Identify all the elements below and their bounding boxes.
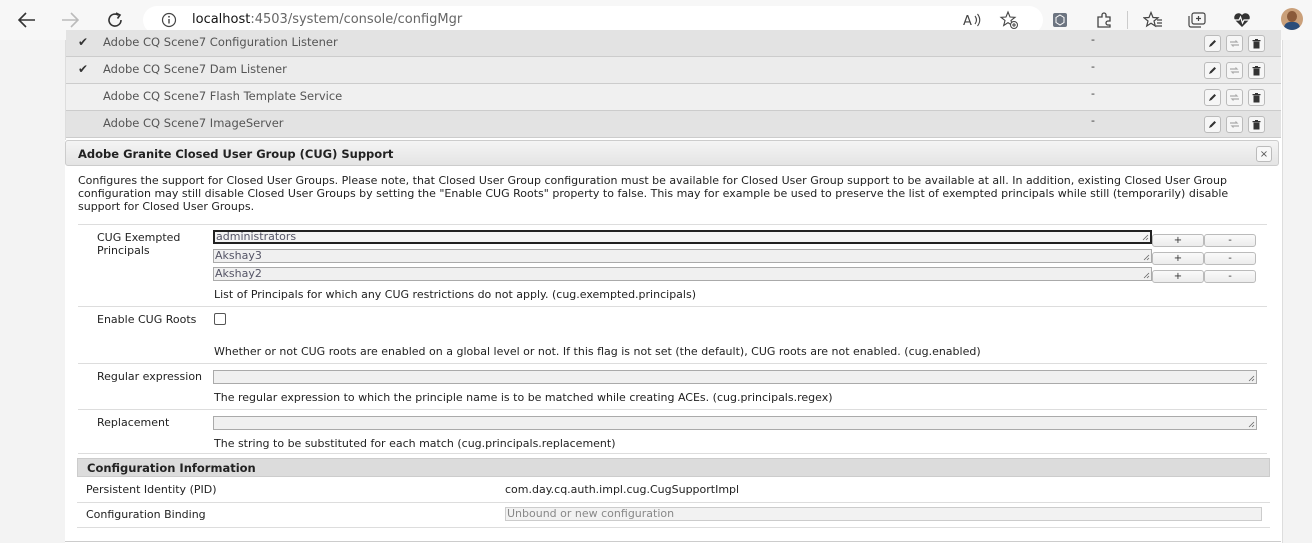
- config-name[interactable]: Adobe CQ Scene7 Dam Listener: [103, 62, 287, 76]
- dialog-description: Configures the support for Closed User G…: [78, 174, 1229, 213]
- delete-icon[interactable]: [1248, 89, 1265, 106]
- config-value: -: [1091, 33, 1095, 46]
- divider: [78, 453, 1267, 454]
- exempted-principal-value: Akshay2: [215, 267, 262, 280]
- remove-principal-button[interactable]: -: [1204, 252, 1256, 265]
- favorites-icon[interactable]: [1143, 10, 1163, 30]
- config-info-header: Configuration Information: [77, 458, 1270, 477]
- config-row[interactable]: Adobe CQ Scene7 Flash Template Service -: [66, 84, 1281, 111]
- resize-grip-icon[interactable]: [1143, 254, 1150, 261]
- config-manager-page: ✔ Adobe CQ Scene7 Configuration Listener…: [0, 30, 1312, 543]
- resize-grip-icon[interactable]: [1248, 375, 1255, 382]
- regex-label: Regular expression: [97, 370, 203, 383]
- toolbar-separator: [1127, 11, 1128, 29]
- dialog-titlebar[interactable]: Adobe Granite Closed User Group (CUG) Su…: [65, 140, 1279, 166]
- exempted-principal-input[interactable]: Akshay3: [213, 249, 1152, 263]
- add-principal-button[interactable]: +: [1152, 234, 1204, 247]
- edit-icon[interactable]: [1204, 62, 1221, 79]
- pid-row: Persistent Identity (PID) com.day.cq.aut…: [77, 478, 1270, 503]
- url-path: :4503/system/console/configMgr: [250, 12, 463, 27]
- replacement-input[interactable]: [213, 416, 1257, 430]
- enable-cug-roots-checkbox[interactable]: [214, 313, 226, 325]
- check-icon: ✔: [78, 35, 89, 49]
- edit-icon[interactable]: [1204, 35, 1221, 52]
- divider: [78, 363, 1267, 364]
- collections-icon[interactable]: [1187, 10, 1207, 30]
- url-text[interactable]: localhost:4503/system/console/configMgr: [192, 12, 462, 27]
- remove-principal-button[interactable]: -: [1204, 270, 1256, 283]
- back-icon[interactable]: [15, 8, 39, 32]
- edit-icon[interactable]: [1204, 116, 1221, 133]
- config-info-title: Configuration Information: [87, 461, 256, 475]
- profile-avatar[interactable]: [1281, 8, 1303, 30]
- unbind-icon[interactable]: [1226, 89, 1243, 106]
- unbind-icon[interactable]: [1226, 116, 1243, 133]
- config-row[interactable]: ✔ Adobe CQ Scene7 Configuration Listener…: [66, 30, 1281, 57]
- config-value: -: [1091, 114, 1095, 127]
- config-row[interactable]: ✔ Adobe CQ Scene7 Dam Listener -: [66, 57, 1281, 84]
- extension-icon[interactable]: [1050, 10, 1070, 30]
- exempted-principal-value: administrators: [216, 230, 297, 243]
- browser-essentials-icon[interactable]: [1232, 10, 1252, 30]
- pid-value: com.day.cq.auth.impl.cug.CugSupportImpl: [505, 483, 740, 496]
- divider: [78, 409, 1267, 410]
- enable-cug-roots-label: Enable CUG Roots: [97, 313, 197, 326]
- divider: [78, 306, 1267, 307]
- dialog-bottom-border: [65, 541, 1281, 542]
- exempted-principal-value: Akshay3: [215, 249, 262, 262]
- binding-row: Configuration Binding Unbound or new con…: [77, 503, 1270, 528]
- refresh-icon[interactable]: [103, 8, 127, 32]
- delete-icon[interactable]: [1248, 62, 1265, 79]
- config-row[interactable]: Adobe CQ Scene7 ImageServer -: [66, 111, 1281, 138]
- extensions-puzzle-icon[interactable]: [1094, 10, 1114, 30]
- replacement-label: Replacement: [97, 416, 170, 429]
- unbind-icon[interactable]: [1226, 35, 1243, 52]
- add-favorite-icon[interactable]: [999, 10, 1019, 30]
- resize-grip-icon[interactable]: [1142, 234, 1149, 241]
- resize-grip-icon[interactable]: [1248, 421, 1255, 428]
- unbind-icon[interactable]: [1226, 62, 1243, 79]
- close-icon[interactable]: ×: [1256, 146, 1272, 162]
- url-host: localhost: [192, 12, 251, 27]
- exempted-principals-help: List of Principals for which any CUG res…: [214, 288, 696, 301]
- dialog-title: Adobe Granite Closed User Group (CUG) Su…: [78, 147, 394, 161]
- regex-input[interactable]: [213, 370, 1257, 384]
- config-value: -: [1091, 60, 1095, 73]
- config-name[interactable]: Adobe CQ Scene7 Configuration Listener: [103, 35, 338, 49]
- add-principal-button[interactable]: +: [1152, 252, 1204, 265]
- check-icon: ✔: [78, 62, 89, 76]
- replacement-help: The string to be substituted for each ma…: [214, 437, 616, 450]
- resize-grip-icon[interactable]: [1143, 272, 1150, 279]
- remove-principal-button[interactable]: -: [1204, 234, 1256, 247]
- config-name[interactable]: Adobe CQ Scene7 Flash Template Service: [103, 89, 342, 103]
- config-value: -: [1091, 87, 1095, 100]
- divider: [78, 224, 1267, 225]
- read-aloud-icon[interactable]: A: [963, 10, 983, 30]
- edit-icon[interactable]: [1204, 89, 1221, 106]
- site-info-icon[interactable]: [161, 12, 177, 31]
- binding-select[interactable]: Unbound or new configuration: [505, 507, 1262, 521]
- binding-label: Configuration Binding: [86, 508, 206, 521]
- exempted-principal-input[interactable]: administrators: [213, 230, 1152, 244]
- enable-cug-roots-help: Whether or not CUG roots are enabled on …: [214, 345, 981, 358]
- delete-icon[interactable]: [1248, 35, 1265, 52]
- regex-help: The regular expression to which the prin…: [214, 391, 833, 404]
- svg-text:A: A: [963, 14, 972, 28]
- config-dialog: Adobe Granite Closed User Group (CUG) Su…: [65, 140, 1281, 543]
- forward-icon[interactable]: [58, 8, 82, 32]
- config-name[interactable]: Adobe CQ Scene7 ImageServer: [103, 116, 284, 130]
- exempted-principals-label: CUG Exempted Principals: [97, 231, 181, 257]
- add-principal-button[interactable]: +: [1152, 270, 1204, 283]
- delete-icon[interactable]: [1248, 116, 1265, 133]
- exempted-principal-input[interactable]: Akshay2: [213, 267, 1152, 281]
- pid-label: Persistent Identity (PID): [86, 483, 217, 496]
